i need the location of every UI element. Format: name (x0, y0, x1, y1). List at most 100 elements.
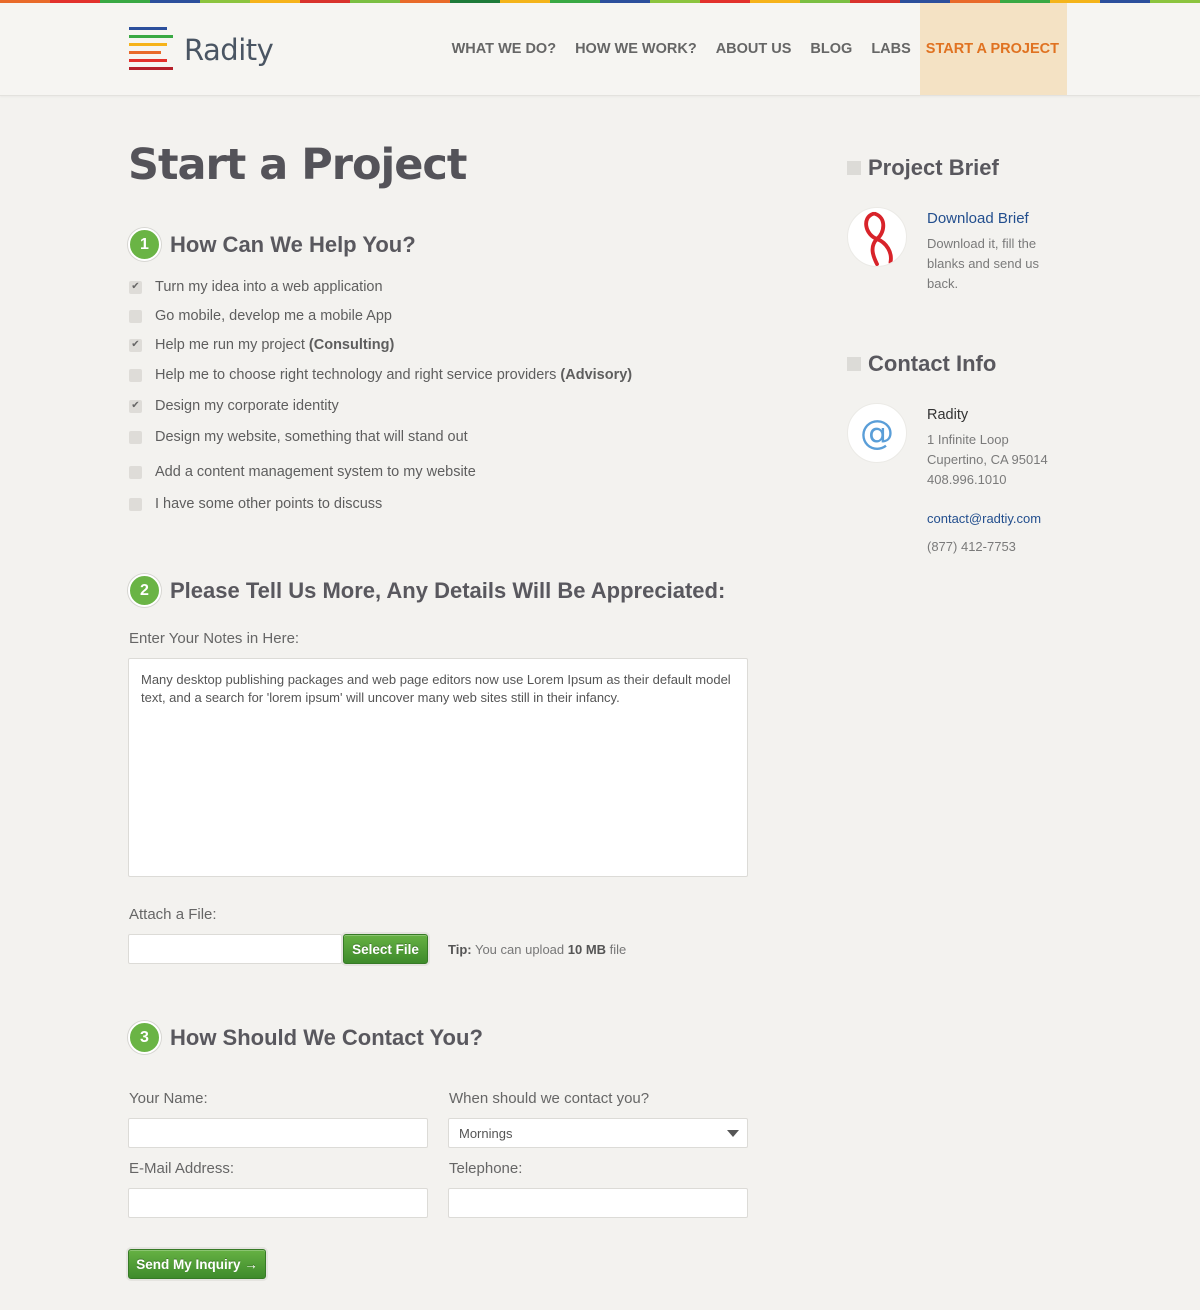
brief-description: Download it, fill the blanks and send us… (927, 234, 1039, 294)
nav-start-a-project[interactable]: START A PROJECT (919, 3, 1067, 95)
send-inquiry-button[interactable]: Send My Inquiry → (128, 1249, 266, 1279)
brief-desc-line: Download it, fill the (927, 236, 1037, 251)
square-bullet-icon (847, 357, 861, 371)
tip-text: You can upload (471, 942, 568, 957)
checklist-item-label: Go mobile, develop me a mobile App (155, 308, 392, 324)
step-number-badge: 3 (128, 1021, 161, 1054)
contact-info-header: Contact Info (847, 351, 996, 377)
nav-what-we-do[interactable]: WHAT WE DO? (442, 3, 565, 95)
file-path-input[interactable] (128, 934, 342, 964)
notes-label: Enter Your Notes in Here: (129, 630, 300, 647)
logo-bar (129, 27, 167, 30)
checklist-item-text: Add a content management system to my we… (155, 464, 476, 480)
checklist-item-text: Help me run my project (155, 337, 309, 353)
checklist-item-label: Help me run my project (Consulting) (155, 337, 394, 353)
nav-blog[interactable]: BLOG (800, 3, 861, 95)
checkbox[interactable] (129, 430, 142, 444)
checklist-item-label: Turn my idea into a web application (155, 279, 383, 295)
chevron-down-icon (727, 1130, 739, 1137)
attach-label: Attach a File: (129, 906, 217, 923)
at-sign-icon: @ (847, 403, 907, 463)
nav-how-we-work[interactable]: HOW WE WORK? (565, 3, 706, 95)
tip-label: Tip: (448, 942, 472, 957)
checklist-item[interactable]: ✔ Turn my idea into a web application (129, 279, 383, 295)
notes-textarea[interactable]: Many desktop publishing packages and web… (128, 658, 748, 877)
main-nav: WHAT WE DO? HOW WE WORK? ABOUT US BLOG L… (442, 3, 1067, 95)
download-brief-link[interactable]: Download Brief (927, 209, 1029, 229)
project-brief-title: Project Brief (868, 155, 999, 180)
contact-info-title: Contact Info (868, 351, 997, 376)
checkbox[interactable] (129, 465, 142, 479)
tip-size: 10 MB (567, 942, 607, 957)
logo-bar (129, 59, 167, 62)
checklist-item[interactable]: Go mobile, develop me a mobile App (129, 308, 392, 324)
checkbox[interactable] (129, 368, 142, 382)
step-3-header: 3 How Should We Contact You? (128, 1021, 483, 1054)
select-file-button[interactable]: Select File (343, 934, 428, 964)
company-address: 1 Infinite Loop Cupertino, CA 95014 408.… (927, 430, 1048, 490)
square-bullet-icon (847, 161, 861, 175)
checklist-item[interactable]: Design my website, something that will s… (129, 429, 468, 445)
checklist-item-emphasis: (Consulting) (308, 337, 395, 353)
step-number-badge: 1 (128, 228, 161, 261)
ribbon-icon (847, 207, 907, 267)
address-line: 408.996.1010 (927, 472, 1007, 487)
checklist-item[interactable]: ✔ Design my corporate identity (129, 398, 339, 414)
site-header: Radity WHAT WE DO? HOW WE WORK? ABOUT US… (0, 3, 1200, 96)
checklist-item-text: I have some other points to discuss (155, 496, 383, 512)
upload-tip: Tip: You can upload 10 MB file (448, 942, 626, 957)
contact-time-value: Mornings (459, 1125, 513, 1141)
contact-time-label: When should we contact you? (449, 1090, 650, 1107)
step-title: How Should We Contact You? (170, 1024, 483, 1050)
email-label: E-Mail Address: (129, 1160, 235, 1177)
contact-email-link[interactable]: contact@radtiy.com (927, 509, 1041, 529)
address-line: Cupertino, CA 95014 (927, 452, 1048, 467)
brief-desc-line: back. (927, 276, 959, 291)
checkbox-checked[interactable]: ✔ (129, 338, 142, 352)
name-input[interactable] (128, 1118, 428, 1148)
name-label: Your Name: (129, 1090, 208, 1107)
company-name: Radity (927, 407, 969, 423)
step-title: How Can We Help You? (170, 231, 416, 257)
brief-desc-line: blanks and send us (927, 256, 1040, 271)
email-input[interactable] (128, 1188, 428, 1218)
contact-phone: (877) 412-7753 (927, 539, 1016, 554)
contact-time-select[interactable]: Mornings (448, 1118, 748, 1148)
page-title: Start a Project (128, 140, 467, 190)
project-brief-header: Project Brief (847, 155, 999, 181)
checklist-item-text: Design my website, something that will s… (155, 429, 468, 445)
checkbox-checked[interactable]: ✔ (129, 399, 142, 413)
checklist-item-label: Add a content management system to my we… (155, 464, 476, 480)
logo-bar (129, 67, 173, 70)
logo-mark (129, 27, 173, 73)
checklist-item[interactable]: Add a content management system to my we… (129, 464, 476, 480)
checklist-item-text: Go mobile, develop me a mobile App (155, 308, 392, 324)
address-line: 1 Infinite Loop (927, 432, 1009, 447)
checklist-item[interactable]: I have some other points to discuss (129, 496, 382, 512)
logo[interactable]: Radity (129, 27, 274, 73)
checklist-item-label: Design my corporate identity (155, 398, 339, 414)
phone-input[interactable] (448, 1188, 748, 1218)
step-2-header: 2 Please Tell Us More, Any Details Will … (128, 574, 725, 607)
logo-bar (129, 43, 167, 46)
phone-label: Telephone: (449, 1160, 523, 1177)
checkbox-checked[interactable]: ✔ (129, 280, 142, 294)
step-title: Please Tell Us More, Any Details Will Be… (170, 577, 726, 603)
checkbox[interactable] (129, 309, 142, 323)
checklist-item[interactable]: Help me to choose right technology and r… (129, 367, 632, 383)
checklist-item-text: Design my corporate identity (155, 398, 339, 414)
checklist-item-emphasis: (Advisory) (560, 367, 633, 383)
logo-text: Radity (184, 33, 274, 67)
checklist-item-label: Help me to choose right technology and r… (155, 367, 632, 383)
checklist-item-label: Design my website, something that will s… (155, 429, 468, 445)
nav-labs[interactable]: LABS (861, 3, 919, 95)
checklist-item-label: I have some other points to discuss (155, 496, 382, 512)
logo-bar (129, 51, 161, 54)
tip-suffix: file (606, 942, 627, 957)
checklist-item[interactable]: ✔ Help me run my project (Consulting) (129, 337, 394, 353)
step-number-badge: 2 (128, 574, 161, 607)
checkbox[interactable] (129, 497, 142, 511)
step-1-header: 1 How Can We Help You? (128, 228, 416, 261)
nav-about-us[interactable]: ABOUT US (706, 3, 801, 95)
checklist-item-text: Help me to choose right technology and r… (155, 367, 561, 383)
